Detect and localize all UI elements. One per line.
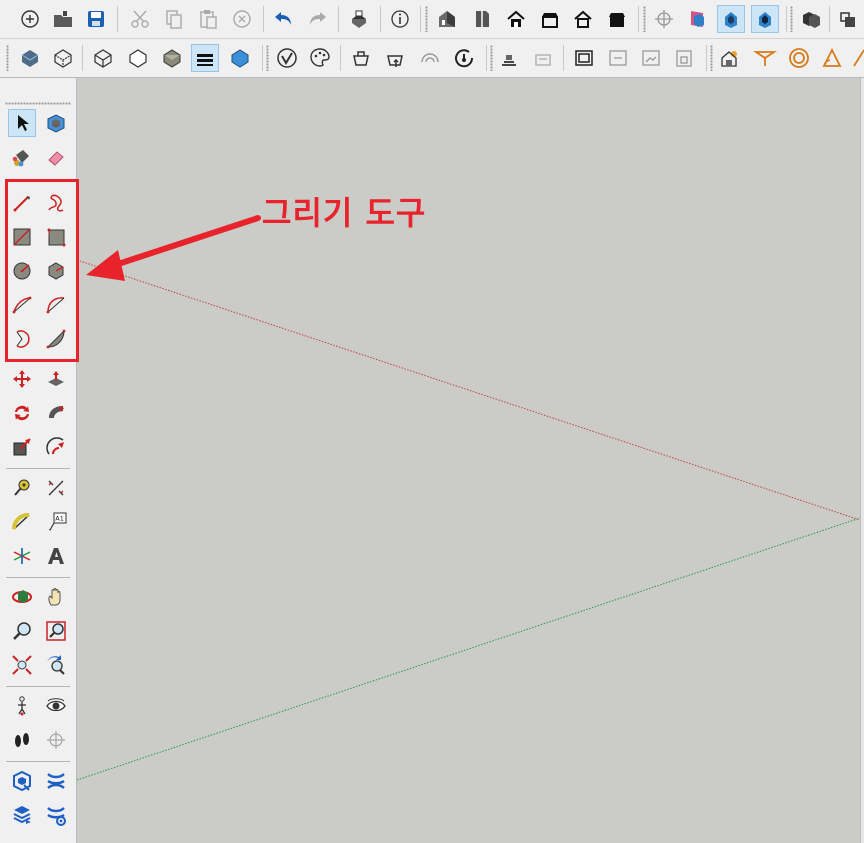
- model-info-icon[interactable]: [386, 5, 414, 33]
- photo-match-icon[interactable]: [604, 44, 632, 72]
- solid-tools-icon[interactable]: [8, 767, 36, 795]
- fog-icon[interactable]: [751, 44, 779, 72]
- toggle-terrain-icon[interactable]: [495, 44, 523, 72]
- select-tool-icon[interactable]: [8, 109, 36, 137]
- move-tool-icon[interactable]: [8, 365, 36, 393]
- open-folder-icon[interactable]: [49, 5, 77, 33]
- groups-icon[interactable]: [834, 5, 862, 33]
- protractor-icon[interactable]: [818, 44, 846, 72]
- share-model-icon[interactable]: [347, 44, 375, 72]
- rotate-tool-icon[interactable]: [8, 399, 36, 427]
- standard-toolbar: [0, 0, 864, 39]
- protractor-tool-icon[interactable]: [8, 508, 36, 536]
- text-tool-label: A1: [55, 515, 64, 523]
- display-section-cuts-icon[interactable]: [717, 5, 745, 33]
- zoom-extents-tool-icon[interactable]: [8, 651, 36, 679]
- zoom-window-tool-icon[interactable]: [42, 617, 70, 645]
- back-view-icon[interactable]: [569, 5, 597, 33]
- push-pull-tool-icon[interactable]: [42, 365, 70, 393]
- red-axis-line: [77, 259, 860, 521]
- back-edges-icon[interactable]: [49, 44, 77, 72]
- outer-shell-tool-icon[interactable]: [42, 767, 70, 795]
- top-view-icon[interactable]: [468, 5, 496, 33]
- copy-icon[interactable]: [160, 5, 188, 33]
- wireframe-icon[interactable]: [89, 44, 117, 72]
- erase-icon[interactable]: [228, 5, 256, 33]
- dimension-tool-icon[interactable]: [42, 474, 70, 502]
- xray-icon[interactable]: [16, 44, 44, 72]
- shaded-with-textures-icon[interactable]: [191, 44, 219, 72]
- offset-tool-icon[interactable]: [42, 433, 70, 461]
- green-axis-line: [77, 517, 860, 781]
- redo-icon[interactable]: [303, 5, 331, 33]
- soften-icon[interactable]: [785, 44, 813, 72]
- print-icon[interactable]: [345, 5, 373, 33]
- section-fill-icon[interactable]: [570, 44, 598, 72]
- share-component-icon[interactable]: [381, 44, 409, 72]
- paint-bucket-tool-icon[interactable]: [8, 144, 36, 172]
- shadow-settings-icon[interactable]: [717, 44, 745, 72]
- zoom-tool-icon[interactable]: [8, 617, 36, 645]
- pan-tool-icon[interactable]: [42, 583, 70, 611]
- styles-toolbar: [0, 39, 864, 78]
- iso-view-icon[interactable]: [433, 5, 461, 33]
- lock-icon[interactable]: [670, 44, 698, 72]
- trim-tool-icon[interactable]: [42, 801, 70, 829]
- viewport-right-edge: [860, 78, 864, 843]
- hidden-line-icon[interactable]: [124, 44, 152, 72]
- 3d-text-tool-icon[interactable]: [42, 542, 70, 570]
- monochrome-icon[interactable]: [226, 44, 254, 72]
- shaded-icon[interactable]: [158, 44, 186, 72]
- tape-measure-tool-icon[interactable]: [8, 474, 36, 502]
- drawing-area[interactable]: [77, 78, 860, 843]
- right-view-icon[interactable]: [536, 5, 564, 33]
- section-plane-icon[interactable]: [650, 5, 678, 33]
- drawing-tools-highlight-box: [5, 179, 79, 362]
- new-file-icon[interactable]: [16, 5, 44, 33]
- eraser-tool-icon[interactable]: [42, 144, 70, 172]
- text-tool-icon[interactable]: A1: [42, 508, 70, 536]
- add-location-icon[interactable]: [450, 44, 478, 72]
- undo-icon[interactable]: [270, 5, 298, 33]
- cut-icon[interactable]: [126, 5, 154, 33]
- paste-icon[interactable]: [194, 5, 222, 33]
- display-section-planes-icon[interactable]: [684, 5, 712, 33]
- annotation-label: 그리기 도구: [262, 194, 427, 232]
- section-fill-view-icon[interactable]: [751, 5, 779, 33]
- front-view-icon[interactable]: [502, 5, 530, 33]
- orbit-tool-icon[interactable]: [8, 583, 36, 611]
- walk-tool-icon[interactable]: [8, 726, 36, 754]
- match-photo-edit-icon[interactable]: [637, 44, 665, 72]
- solid-inspector-tool-icon[interactable]: [8, 801, 36, 829]
- section-plane-tool-icon[interactable]: [42, 726, 70, 754]
- make-component-tool-icon[interactable]: [42, 109, 70, 137]
- extension-warehouse-icon[interactable]: [306, 44, 334, 72]
- scale-tool-icon[interactable]: [8, 433, 36, 461]
- extension-manager-icon[interactable]: [416, 44, 444, 72]
- position-camera-tool-icon[interactable]: [8, 692, 36, 720]
- save-icon[interactable]: [82, 5, 110, 33]
- sandbox-icon[interactable]: [529, 44, 557, 72]
- dimension-icon[interactable]: [848, 44, 864, 72]
- warehouse-icon[interactable]: [273, 44, 301, 72]
- components-icon[interactable]: [797, 5, 825, 33]
- axes-tool-icon[interactable]: [8, 542, 36, 570]
- previous-view-tool-icon[interactable]: [42, 651, 70, 679]
- follow-me-tool-icon[interactable]: [42, 399, 70, 427]
- look-around-tool-icon[interactable]: [42, 692, 70, 720]
- left-view-icon[interactable]: [603, 5, 631, 33]
